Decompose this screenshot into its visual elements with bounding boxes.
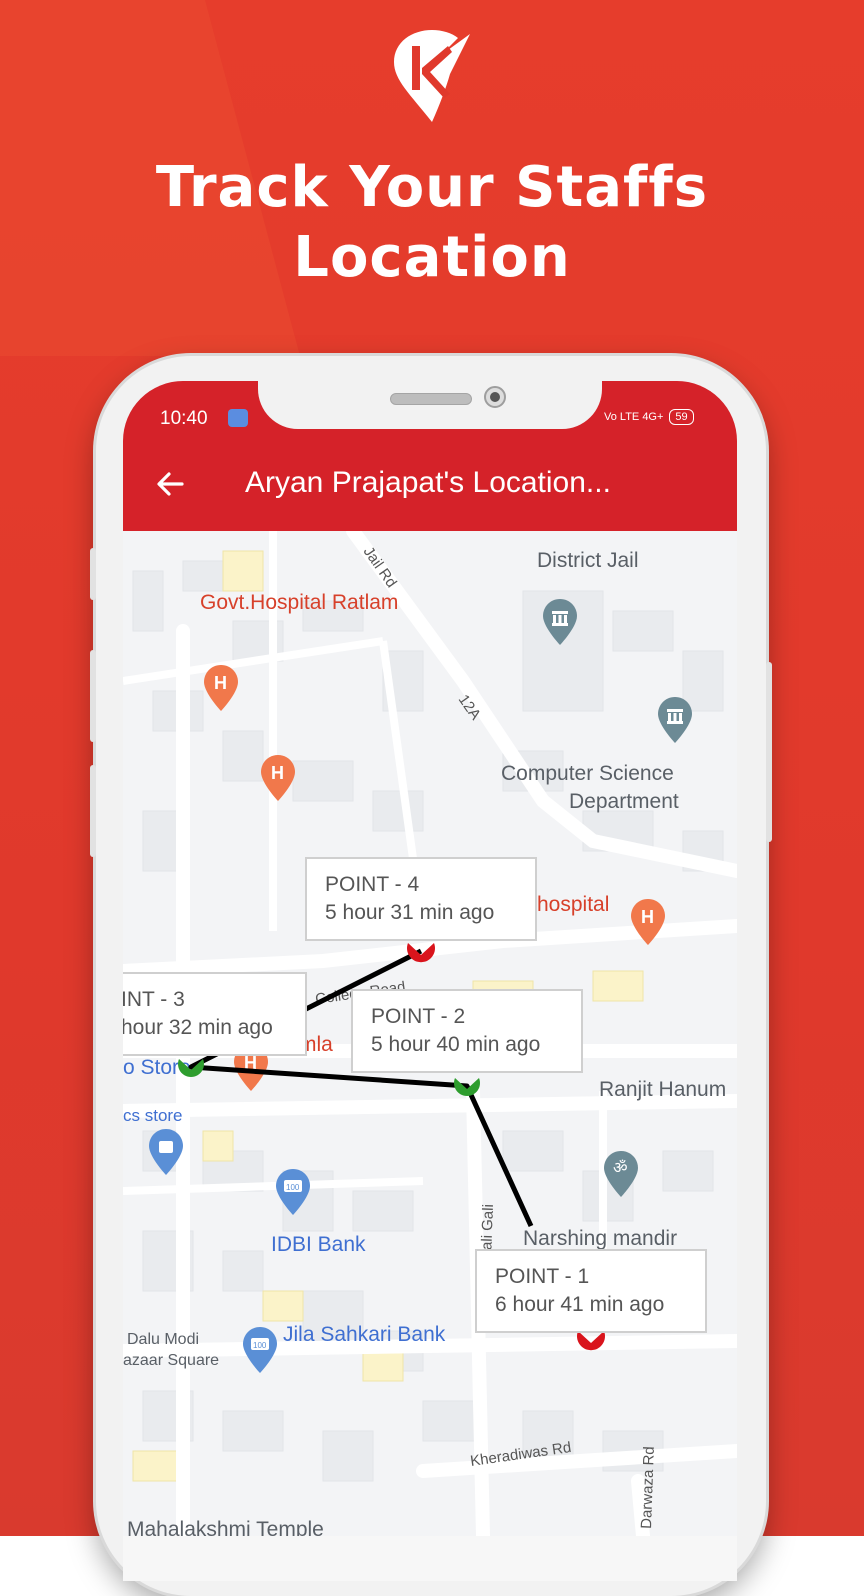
map-label-hospital: hospital bbox=[537, 893, 609, 916]
point-info-4[interactable]: POINT - 4 5 hour 31 min ago bbox=[305, 857, 537, 941]
point-time-ago: 5 hour 40 min ago bbox=[371, 1033, 541, 1056]
point-time-ago: 6 hour 41 min ago bbox=[495, 1293, 665, 1316]
map-label-ranjit: Ranjit Hanum bbox=[599, 1078, 726, 1101]
page-title: Aryan Prajapat's Location... bbox=[245, 466, 611, 499]
phone-speaker bbox=[390, 393, 472, 405]
map-view[interactable]: District Jail Govt.Hospital Ratlam Jail … bbox=[123, 531, 737, 1536]
point-label: INT - 3 bbox=[123, 988, 185, 1011]
bank-badge: 100 bbox=[253, 1341, 267, 1350]
point-time-ago: hour 32 min ago bbox=[123, 1016, 273, 1039]
phone-camera bbox=[484, 386, 506, 408]
android-notification-icon bbox=[228, 409, 248, 427]
map-label-cs-dept-1: Computer Science bbox=[501, 762, 674, 785]
map-label-idbi: IDBI Bank bbox=[271, 1233, 366, 1256]
svg-text:ॐ: ॐ bbox=[613, 1158, 628, 1177]
svg-text:H: H bbox=[214, 673, 227, 693]
map-label-district-jail: District Jail bbox=[537, 549, 639, 572]
map-label-darwaza: Darwaza Rd bbox=[638, 1446, 658, 1529]
phone-volume-down bbox=[90, 765, 96, 857]
point-info-3[interactable]: INT - 3 hour 32 min ago bbox=[123, 972, 307, 1056]
point-time-ago: 5 hour 31 min ago bbox=[325, 901, 495, 924]
headline-line-2: Location bbox=[293, 225, 571, 290]
point-info-1[interactable]: POINT - 1 6 hour 41 min ago bbox=[475, 1249, 707, 1333]
map-label-dalu-modi-1: Dalu Modi bbox=[127, 1331, 199, 1348]
bank-badge: 100 bbox=[286, 1183, 300, 1192]
map-label-narshing: Narshing mandir bbox=[523, 1227, 677, 1250]
svg-text:H: H bbox=[271, 763, 284, 783]
map-label-dalu-modi-2: azaar Square bbox=[123, 1352, 219, 1369]
point-label: POINT - 2 bbox=[371, 1005, 466, 1028]
network-indicator: Vo LTE 4G+ bbox=[604, 411, 664, 423]
map-label-mahalakshmi: Mahalakshmi Temple bbox=[127, 1518, 324, 1536]
map-label-jila-sahkari: Jila Sahkari Bank bbox=[283, 1323, 446, 1346]
status-time: 10:40 bbox=[160, 408, 208, 429]
point-label: POINT - 4 bbox=[325, 873, 420, 896]
point-info-2[interactable]: POINT - 2 5 hour 40 min ago bbox=[351, 989, 583, 1073]
phone-notch bbox=[258, 381, 602, 429]
phone-power-button bbox=[766, 662, 772, 842]
headline-line-1: Track Your Staffs bbox=[155, 155, 709, 220]
map-label-cs-dept-2: Department bbox=[569, 790, 679, 813]
phone-volume-up bbox=[90, 650, 96, 742]
back-arrow-icon[interactable] bbox=[152, 466, 188, 502]
battery-icon: 59 bbox=[669, 409, 694, 425]
status-indicators: Vo LTE 4G+ 59 bbox=[604, 409, 694, 425]
point-label: POINT - 1 bbox=[495, 1265, 590, 1288]
map-label-govt-hospital: Govt.Hospital Ratlam bbox=[200, 591, 398, 614]
map-label-ics-store: cs store bbox=[123, 1106, 183, 1125]
brand-logo-icon bbox=[394, 30, 470, 122]
svg-text:H: H bbox=[641, 907, 654, 927]
phone-side-button bbox=[90, 548, 96, 600]
